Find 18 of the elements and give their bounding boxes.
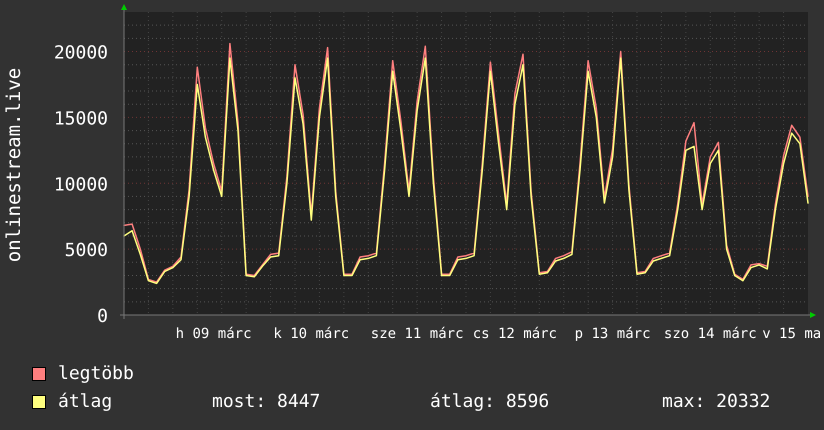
x-tick-label: p 13 márc bbox=[574, 326, 650, 342]
y-tick-label: 20000 bbox=[54, 42, 108, 64]
legend-label: átlag bbox=[58, 391, 114, 412]
legend-stat: max: 20332 bbox=[662, 391, 770, 412]
y-tick-label: 15000 bbox=[54, 108, 108, 130]
y-tick-label: 5000 bbox=[64, 240, 108, 262]
legend-stat: most: 8447 bbox=[212, 391, 322, 412]
x-tick-label: k 10 márc bbox=[273, 326, 350, 342]
y-tick-label: 10000 bbox=[54, 174, 108, 196]
y-axis-label: onlinestream.live bbox=[3, 68, 25, 262]
x-tick-label: cs 12 márc bbox=[472, 326, 557, 342]
legend-label: legtöbb bbox=[58, 363, 135, 384]
x-tick-label: sze 11 márc bbox=[370, 326, 464, 342]
x-tick-label: szo 14 márc bbox=[664, 326, 757, 342]
legend-stat: átlag: 8596 bbox=[430, 391, 550, 412]
y-tick-label: 0 bbox=[97, 306, 108, 327]
x-tick-label: h 09 márc bbox=[176, 326, 252, 342]
x-tick-label: v 15 ma bbox=[762, 326, 822, 342]
